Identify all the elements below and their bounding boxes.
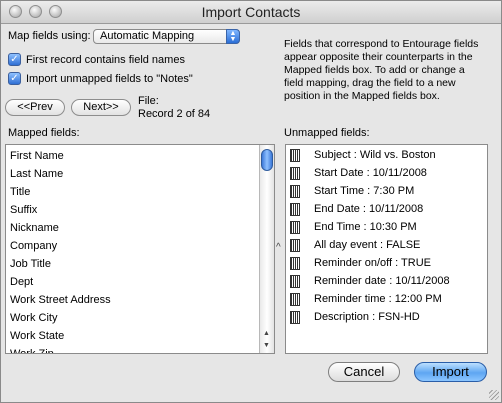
first-record-label: First record contains field names: [26, 54, 185, 66]
list-item[interactable]: All day event : FALSE: [286, 236, 487, 254]
window-title: Import Contacts: [201, 4, 301, 20]
list-item[interactable]: Nickname: [6, 219, 274, 237]
list-item-label: Description : FSN-HD: [314, 311, 420, 323]
list-item[interactable]: Company: [6, 237, 274, 255]
list-item-label: Reminder time : 12:00 PM: [314, 293, 442, 305]
map-fields-popup[interactable]: Automatic Mapping ▲ ▼: [93, 29, 240, 44]
list-item[interactable]: End Date : 10/11/2008: [286, 200, 487, 218]
title-bar: Import Contacts: [1, 1, 501, 24]
field-icon: [290, 274, 300, 288]
file-label: File:: [138, 95, 159, 107]
scroll-up-icon[interactable]: ▲: [263, 330, 270, 337]
mapped-list-scrollbar[interactable]: ▲ ▼: [259, 145, 274, 353]
help-text-line: appear opposite their counterparts in th…: [284, 51, 473, 63]
list-item[interactable]: Suffix: [6, 201, 274, 219]
scroll-thumb[interactable]: [261, 149, 273, 171]
list-item[interactable]: Description : FSN-HD: [286, 308, 487, 326]
list-item-label: Reminder date : 10/11/2008: [314, 275, 450, 287]
help-text: Fields that correspond to Entourage fiel…: [284, 38, 478, 103]
field-icon: [290, 166, 300, 180]
list-item[interactable]: First Name: [6, 147, 274, 165]
help-text-line: Fields that correspond to Entourage fiel…: [284, 38, 479, 50]
list-item[interactable]: Work Street Address: [6, 291, 274, 309]
list-item-label: All day event : FALSE: [314, 239, 421, 251]
field-icon: [290, 292, 300, 306]
import-unmapped-label: Import unmapped fields to "Notes": [26, 73, 193, 85]
prev-record-button[interactable]: <<Prev: [5, 99, 65, 116]
chevron-up-icon: ^: [276, 242, 281, 253]
unmapped-fields-list[interactable]: Subject : Wild vs. Boston Start Date : 1…: [285, 144, 488, 354]
list-item-label: End Time : 10:30 PM: [314, 221, 417, 233]
list-item[interactable]: Start Time : 7:30 PM: [286, 182, 487, 200]
list-item-label: Subject : Wild vs. Boston: [314, 149, 436, 161]
field-icon: [290, 184, 300, 198]
field-icon: [290, 202, 300, 216]
list-item[interactable]: Work State: [6, 327, 274, 345]
field-icon: [290, 238, 300, 252]
resize-grip-icon[interactable]: [489, 390, 499, 400]
first-record-checkbox[interactable]: ✓: [8, 53, 21, 66]
cancel-button[interactable]: Cancel: [328, 362, 400, 382]
list-item[interactable]: Work Zip: [6, 345, 274, 353]
mapped-fields-list[interactable]: First Name Last Name Title Suffix Nickna…: [5, 144, 275, 354]
help-text-line: field mapping, drag the field to a new: [284, 77, 456, 89]
help-text-line: Mapped fields box. To add or change a: [284, 64, 465, 76]
import-contacts-window: Import Contacts Map fields using: Automa…: [0, 0, 502, 403]
field-icon: [290, 148, 300, 162]
scroll-down-icon[interactable]: ▼: [263, 342, 270, 349]
list-item[interactable]: Reminder date : 10/11/2008: [286, 272, 487, 290]
list-item-label: Reminder on/off : TRUE: [314, 257, 431, 269]
list-item[interactable]: Dept: [6, 273, 274, 291]
field-icon: [290, 256, 300, 270]
list-item[interactable]: Last Name: [6, 165, 274, 183]
list-item[interactable]: Reminder on/off : TRUE: [286, 254, 487, 272]
list-item[interactable]: End Time : 10:30 PM: [286, 218, 487, 236]
list-item-label: Start Time : 7:30 PM: [314, 185, 415, 197]
unmapped-fields-header: Unmapped fields:: [284, 127, 370, 139]
list-item[interactable]: Reminder time : 12:00 PM: [286, 290, 487, 308]
list-item[interactable]: Job Title: [6, 255, 274, 273]
list-item[interactable]: Title: [6, 183, 274, 201]
record-indicator: Record 2 of 84: [138, 108, 211, 120]
list-item[interactable]: Start Date : 10/11/2008: [286, 164, 487, 182]
list-item-label: Start Date : 10/11/2008: [314, 167, 427, 179]
import-button[interactable]: Import: [414, 362, 487, 382]
field-icon: [290, 310, 300, 324]
map-fields-value: Automatic Mapping: [100, 30, 195, 42]
list-item[interactable]: Subject : Wild vs. Boston: [286, 146, 487, 164]
map-fields-label: Map fields using:: [8, 30, 91, 42]
help-text-line: position in the Mapped fields box.: [284, 90, 440, 102]
mapped-fields-header: Mapped fields:: [8, 127, 80, 139]
popup-arrows-icon: ▲ ▼: [226, 29, 240, 44]
import-unmapped-checkbox[interactable]: ✓: [8, 72, 21, 85]
list-item[interactable]: Work City: [6, 309, 274, 327]
field-icon: [290, 220, 300, 234]
list-item-label: End Date : 10/11/2008: [314, 203, 424, 215]
next-record-button[interactable]: Next>>: [71, 99, 131, 116]
